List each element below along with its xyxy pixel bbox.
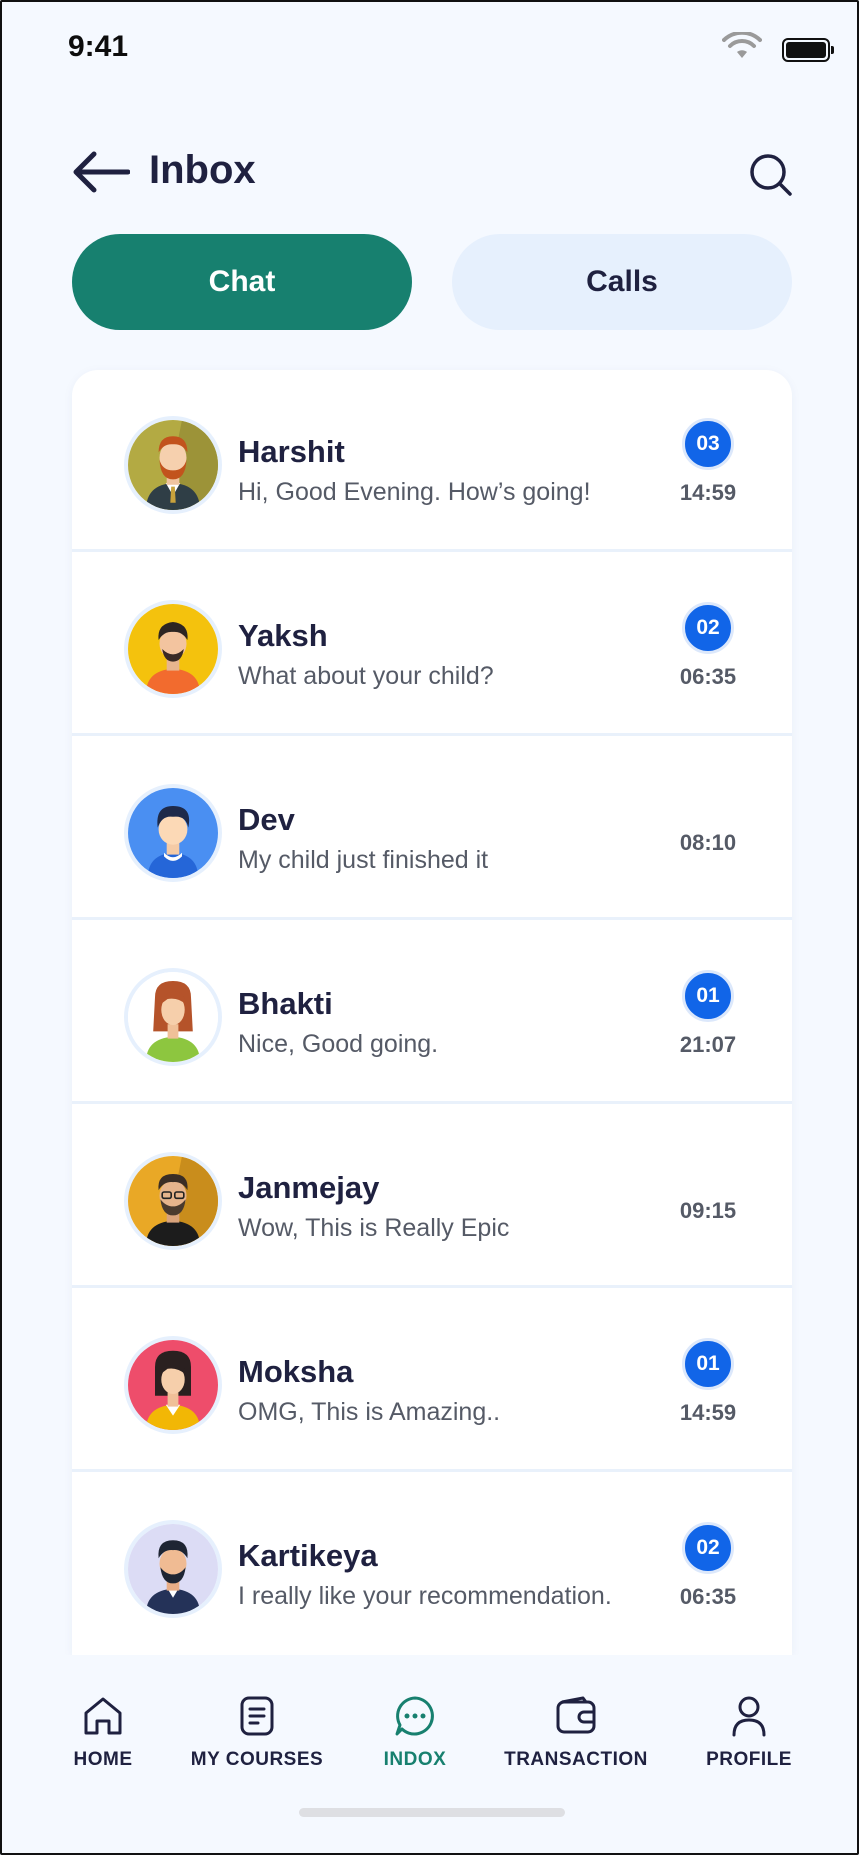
chat-time: 14:59 (679, 1400, 737, 1425)
chat-preview: Wow, This is Really Epic (238, 1214, 510, 1242)
chat-name: Harshit (238, 434, 345, 469)
nav-item-my-courses[interactable]: MY COURSES (190, 1693, 324, 1771)
chat-row-bhakti[interactable]: Bhakti Nice, Good going. 01 21:07 (72, 922, 792, 1104)
chat-time: 08:10 (679, 830, 737, 855)
chat-preview: What about your child? (238, 662, 494, 690)
chat-row-moksha[interactable]: Moksha OMG, This is Amazing.. 01 14:59 (72, 1290, 792, 1472)
status-time: 9:41 (68, 30, 129, 63)
nav-label: TRANSACTION (504, 1749, 648, 1770)
nav-label: HOME (73, 1749, 133, 1770)
chat-row-janmejay[interactable]: Janmejay Wow, This is Really Epic 09:15 (72, 1106, 792, 1288)
tab-chat[interactable]: Chat (72, 234, 412, 330)
wifi-icon (722, 32, 762, 58)
nav-label: PROFILE (706, 1749, 792, 1770)
chat-row-yaksh[interactable]: Yaksh What about your child? 02 06:35 (72, 554, 792, 736)
courses-icon (240, 1696, 274, 1736)
chat-row-kartikeya[interactable]: Kartikeya I really like your recommendat… (72, 1474, 792, 1655)
chat-list: Harshit Hi, Good Evening. How’s going! 0… (72, 370, 792, 1655)
home-icon (84, 1697, 122, 1735)
chat-row-dev[interactable]: Dev My child just finished it 08:10 (72, 738, 792, 920)
search-icon[interactable] (748, 152, 794, 198)
unread-badge: 01 (682, 1338, 734, 1390)
nav-label: INDOX (383, 1749, 447, 1770)
chat-name: Bhakti (238, 986, 333, 1021)
tab-calls[interactable]: Calls (452, 234, 792, 330)
avatar (124, 600, 222, 698)
chat-preview: OMG, This is Amazing.. (238, 1398, 501, 1426)
avatar (124, 1520, 222, 1618)
chat-time: 21:07 (679, 1032, 737, 1057)
back-arrow-icon[interactable] (72, 150, 130, 194)
chat-name: Moksha (238, 1354, 354, 1389)
chat-preview: My child just finished it (238, 846, 489, 874)
avatar (124, 784, 222, 882)
avatar (124, 968, 222, 1066)
chat-time: 06:35 (679, 1584, 737, 1609)
chat-preview: Nice, Good going. (238, 1030, 439, 1058)
chat-name: Dev (238, 802, 295, 837)
unread-badge: 02 (682, 602, 734, 654)
avatar (124, 416, 222, 514)
chat-name: Kartikeya (238, 1538, 378, 1573)
chat-row-harshit[interactable]: Harshit Hi, Good Evening. How’s going! 0… (72, 370, 792, 552)
chat-time: 14:59 (679, 480, 737, 505)
chat-preview: I really like your recommendation. (238, 1582, 612, 1610)
profile-icon (732, 1696, 766, 1737)
chat-icon (395, 1696, 434, 1736)
app-screen: 9:41 Inbox Chat Calls Harshit Hi, Good E… (0, 0, 859, 1855)
avatar (124, 1152, 222, 1250)
home-indicator (299, 1808, 565, 1817)
chat-name: Yaksh (238, 618, 328, 653)
wallet-icon (556, 1696, 596, 1734)
status-bar: 9:41 (2, 2, 857, 102)
chat-time: 06:35 (679, 664, 737, 689)
nav-label: MY COURSES (190, 1749, 324, 1770)
chat-preview: Hi, Good Evening. How’s going! (238, 478, 591, 506)
chat-time: 09:15 (679, 1198, 737, 1223)
bottom-nav: HOME MY COURSES INDOX TRANSACTION PROFIL… (2, 1655, 857, 1853)
unread-badge: 03 (682, 418, 734, 470)
unread-badge: 01 (682, 970, 734, 1022)
nav-item-inbox[interactable]: INDOX (378, 1693, 452, 1771)
avatar (124, 1336, 222, 1434)
nav-item-transaction[interactable]: TRANSACTION (504, 1693, 648, 1771)
nav-item-profile[interactable]: PROFILE (705, 1693, 793, 1771)
unread-badge: 02 (682, 1522, 734, 1574)
page-title: Inbox (149, 148, 256, 192)
nav-item-home[interactable]: HOME (66, 1693, 140, 1771)
battery-icon (782, 38, 834, 62)
chat-name: Janmejay (238, 1170, 380, 1205)
